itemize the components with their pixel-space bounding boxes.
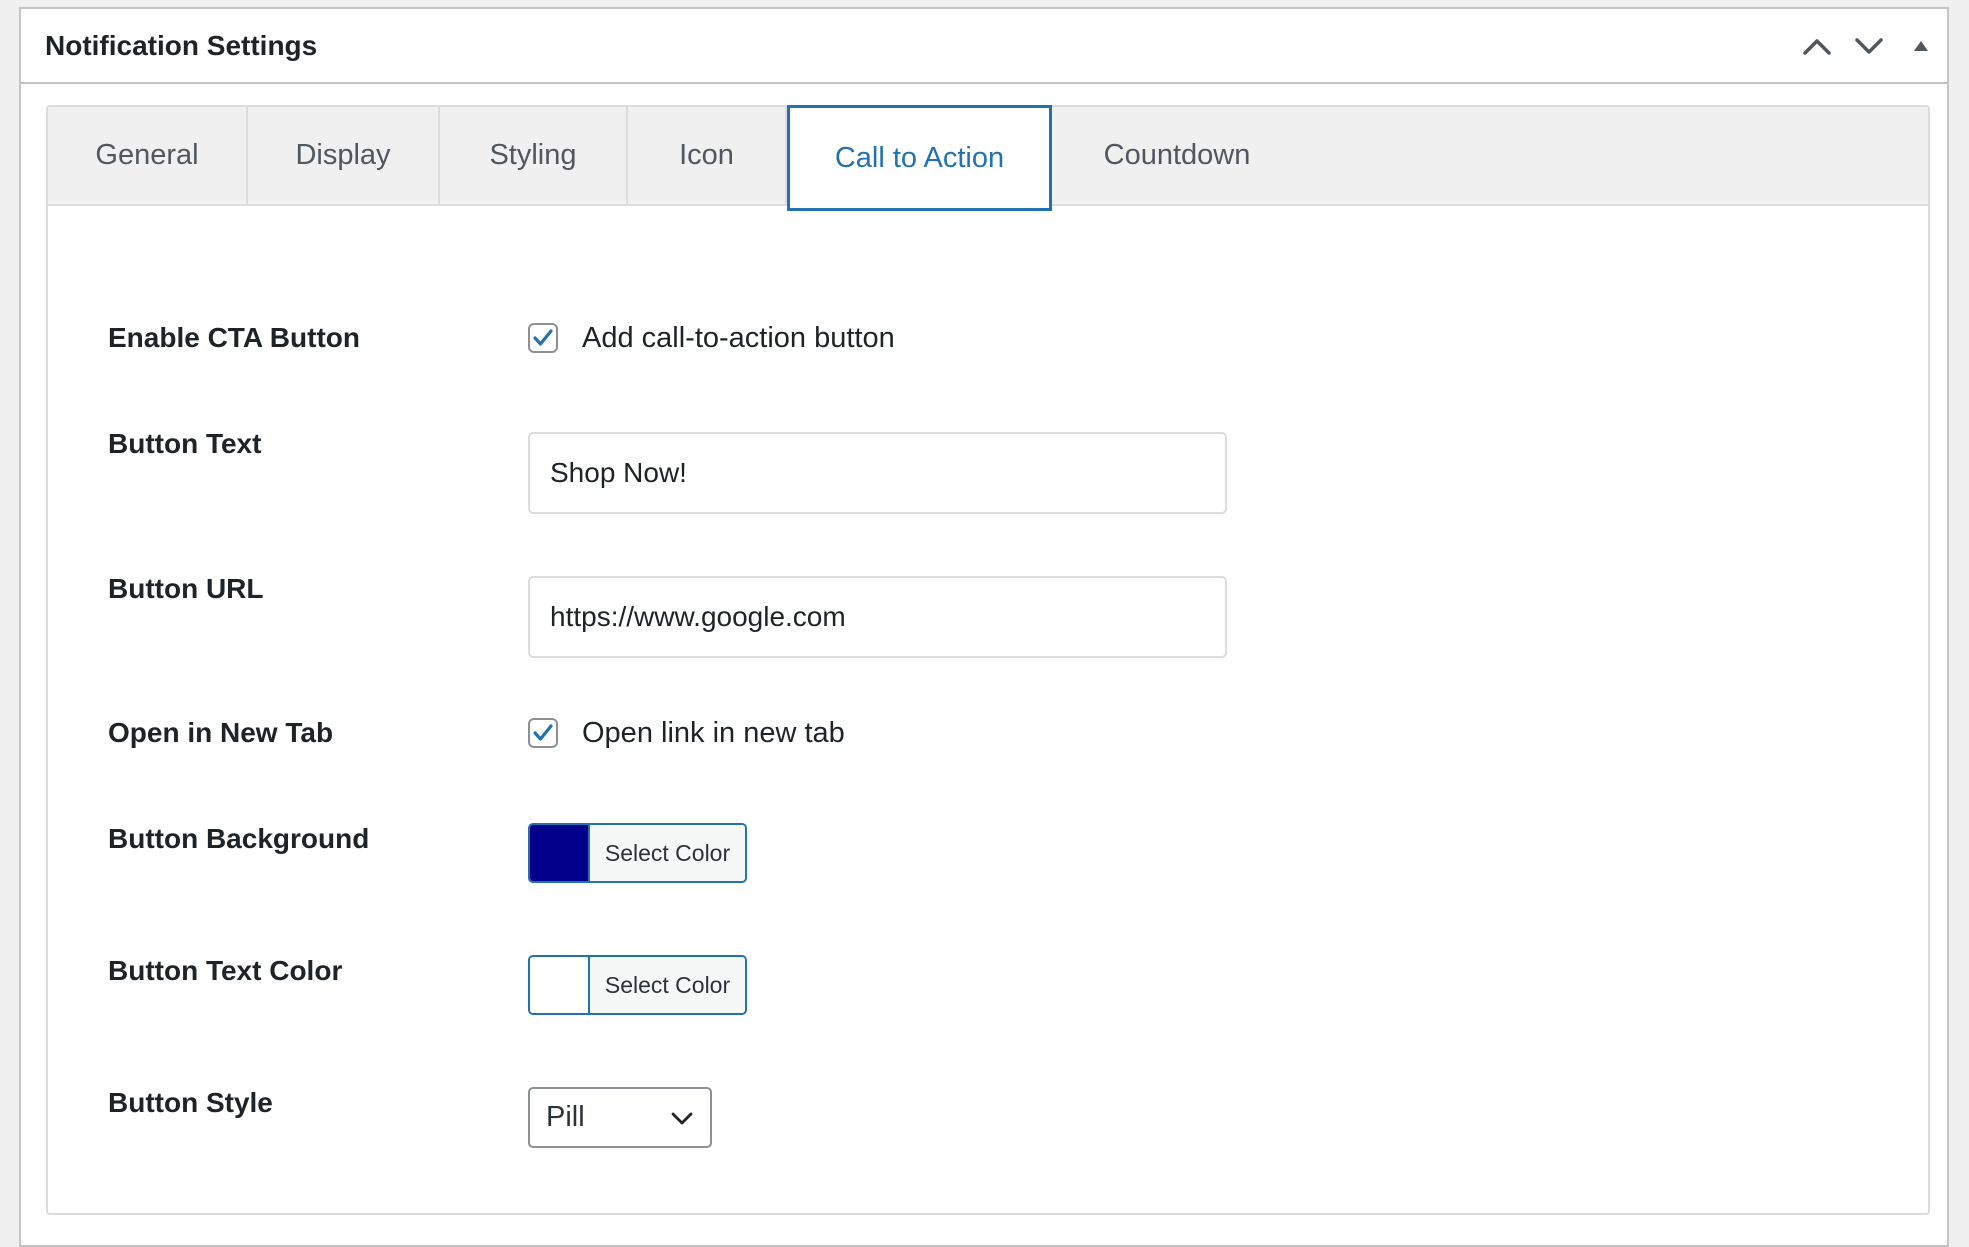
open-new-tab-checkbox-label[interactable]: Open link in new tab: [582, 716, 845, 750]
enable-cta-label: Enable CTA Button: [108, 322, 360, 353]
settings-tabs: General Display Styling Icon Call to Act…: [46, 105, 1930, 1215]
open-new-tab-option: Open link in new tab: [528, 716, 845, 750]
tab-styling[interactable]: Styling: [440, 107, 628, 204]
panel-header: Notification Settings: [21, 9, 1947, 84]
toggle-panel-icon: [1914, 40, 1928, 51]
tab-general[interactable]: General: [48, 107, 248, 204]
tab-icon[interactable]: Icon: [628, 107, 787, 204]
button-url-label: Button URL: [108, 573, 264, 604]
enable-cta-checkbox-label[interactable]: Add call-to-action button: [582, 321, 895, 355]
panel-actions: [1791, 9, 1947, 82]
button-url-input[interactable]: [528, 576, 1227, 658]
color-swatch[interactable]: [530, 957, 590, 1013]
button-style-label: Button Style: [108, 1087, 273, 1118]
button-text-color-picker[interactable]: Select Color: [528, 955, 747, 1015]
button-style-select[interactable]: Pill: [528, 1087, 712, 1148]
toggle-panel-button[interactable]: [1895, 16, 1947, 76]
button-background-label: Button Background: [108, 823, 370, 854]
button-style-selected-value: Pill: [546, 1101, 585, 1133]
checkmark-icon: [533, 329, 553, 346]
enable-cta-checkbox[interactable]: [528, 323, 558, 353]
checkmark-icon: [533, 724, 553, 741]
button-text-color-label: Button Text Color: [108, 955, 343, 986]
enable-cta-option: Add call-to-action button: [528, 321, 895, 355]
button-background-color-picker[interactable]: Select Color: [528, 823, 747, 883]
move-up-button[interactable]: [1791, 16, 1843, 76]
notification-settings-panel: Notification Settings General Display St…: [19, 7, 1949, 1247]
tab-display[interactable]: Display: [248, 107, 440, 204]
open-new-tab-checkbox[interactable]: [528, 718, 558, 748]
select-color-button[interactable]: Select Color: [590, 957, 745, 1013]
open-new-tab-label: Open in New Tab: [108, 717, 334, 748]
tab-call-to-action[interactable]: Call to Action: [787, 105, 1052, 211]
chevron-down-icon: [671, 1112, 693, 1124]
move-down-icon: [1855, 37, 1883, 54]
button-text-input[interactable]: [528, 432, 1227, 514]
select-color-button[interactable]: Select Color: [590, 825, 745, 881]
move-up-icon: [1803, 38, 1831, 55]
tab-countdown[interactable]: Countdown: [1052, 107, 1302, 204]
panel-title: Notification Settings: [45, 30, 318, 61]
move-down-button[interactable]: [1843, 16, 1895, 76]
color-swatch[interactable]: [530, 825, 590, 881]
button-text-label: Button Text: [108, 428, 262, 459]
tab-bar: General Display Styling Icon Call to Act…: [48, 105, 1928, 211]
